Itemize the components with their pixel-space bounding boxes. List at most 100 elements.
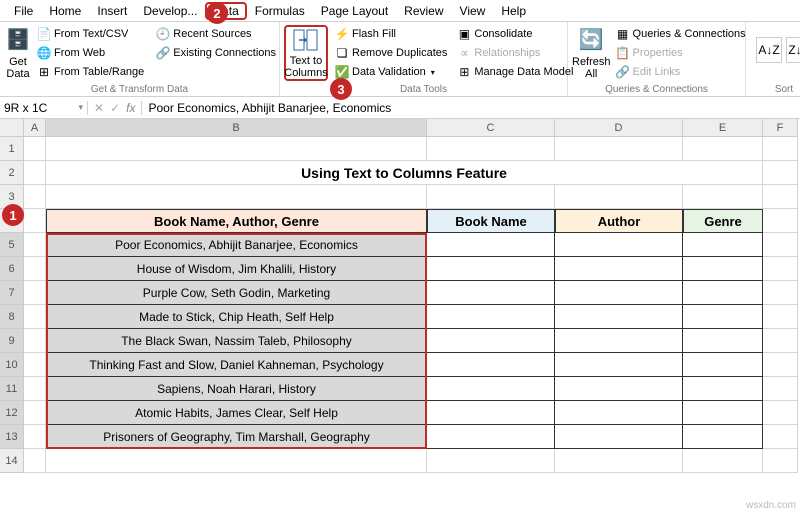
- table-header-b[interactable]: Book Name, Author, Genre: [46, 209, 427, 233]
- cell[interactable]: [427, 329, 555, 353]
- cell[interactable]: [763, 353, 798, 377]
- menu-home[interactable]: Home: [41, 2, 89, 20]
- cell[interactable]: [683, 257, 763, 281]
- row-header[interactable]: 14: [0, 449, 24, 473]
- menu-view[interactable]: View: [452, 2, 494, 20]
- col-header-b[interactable]: B: [46, 119, 427, 137]
- cell[interactable]: [683, 233, 763, 257]
- cell[interactable]: [24, 233, 46, 257]
- row-header[interactable]: 2: [0, 161, 24, 185]
- row-header[interactable]: 13: [0, 425, 24, 449]
- manage-data-model-button[interactable]: ⊞Manage Data Model: [454, 63, 576, 81]
- sort-az-button[interactable]: A↓Z: [756, 37, 782, 63]
- row-header[interactable]: 9: [0, 329, 24, 353]
- cell[interactable]: [763, 257, 798, 281]
- name-box[interactable]: 9R x 1C ▾: [0, 101, 88, 115]
- cell[interactable]: [683, 425, 763, 449]
- title-cell[interactable]: Using Text to Columns Feature: [46, 161, 763, 185]
- cell[interactable]: [683, 305, 763, 329]
- cell[interactable]: [763, 425, 798, 449]
- remove-duplicates-button[interactable]: ❏Remove Duplicates: [332, 44, 450, 62]
- data-cell[interactable]: The Black Swan, Nassim Taleb, Philosophy: [46, 329, 427, 353]
- cell[interactable]: [683, 377, 763, 401]
- menu-help[interactable]: Help: [493, 2, 534, 20]
- cell[interactable]: [24, 161, 46, 185]
- col-header-d[interactable]: D: [555, 119, 683, 137]
- cell[interactable]: [683, 329, 763, 353]
- cell[interactable]: [555, 425, 683, 449]
- col-header-c[interactable]: C: [427, 119, 555, 137]
- formula-bar[interactable]: Poor Economics, Abhijit Banarjee, Econom…: [142, 101, 800, 115]
- table-header-d[interactable]: Author: [555, 209, 683, 233]
- cell[interactable]: [24, 425, 46, 449]
- cell[interactable]: [427, 425, 555, 449]
- relationships-button[interactable]: ∝Relationships: [454, 44, 576, 62]
- menu-file[interactable]: File: [6, 2, 41, 20]
- data-cell[interactable]: Atomic Habits, James Clear, Self Help: [46, 401, 427, 425]
- text-to-columns-button[interactable]: Text to Columns: [284, 25, 328, 81]
- cell[interactable]: [555, 329, 683, 353]
- cell[interactable]: [763, 281, 798, 305]
- cell[interactable]: [427, 281, 555, 305]
- data-validation-button[interactable]: ✅Data Validation▾: [332, 63, 450, 81]
- select-all-corner[interactable]: [0, 119, 24, 137]
- chevron-down-icon[interactable]: ▾: [78, 102, 83, 113]
- menu-developer[interactable]: Develop...: [135, 2, 205, 20]
- cell[interactable]: [763, 329, 798, 353]
- row-header[interactable]: 10: [0, 353, 24, 377]
- cell[interactable]: [763, 377, 798, 401]
- cell[interactable]: [24, 257, 46, 281]
- row-header[interactable]: 5: [0, 233, 24, 257]
- cell[interactable]: [683, 137, 763, 161]
- cell[interactable]: [555, 257, 683, 281]
- cell[interactable]: [24, 329, 46, 353]
- cell[interactable]: [24, 305, 46, 329]
- cell[interactable]: [555, 305, 683, 329]
- cell[interactable]: [555, 377, 683, 401]
- menu-formulas[interactable]: Formulas: [247, 2, 313, 20]
- cell[interactable]: [555, 137, 683, 161]
- cell[interactable]: [555, 401, 683, 425]
- queries-connections-button[interactable]: ▦Queries & Connections: [613, 25, 749, 43]
- row-header[interactable]: 11: [0, 377, 24, 401]
- cell[interactable]: [427, 185, 555, 209]
- row-header[interactable]: 6: [0, 257, 24, 281]
- col-header-f[interactable]: F: [763, 119, 798, 137]
- data-cell[interactable]: Poor Economics, Abhijit Banarjee, Econom…: [46, 233, 427, 257]
- existing-connections-button[interactable]: 🔗Existing Connections: [153, 44, 279, 62]
- cell[interactable]: [46, 449, 427, 473]
- cell[interactable]: [24, 353, 46, 377]
- cell[interactable]: [763, 185, 798, 209]
- cell[interactable]: [427, 377, 555, 401]
- data-cell[interactable]: Prisoners of Geography, Tim Marshall, Ge…: [46, 425, 427, 449]
- row-header[interactable]: 8: [0, 305, 24, 329]
- row-header[interactable]: 1: [0, 137, 24, 161]
- properties-button[interactable]: 📋Properties: [613, 44, 749, 62]
- data-cell[interactable]: Sapiens, Noah Harari, History: [46, 377, 427, 401]
- from-text-csv-button[interactable]: 📄From Text/CSV: [34, 25, 147, 43]
- cell[interactable]: [763, 161, 798, 185]
- cell[interactable]: [24, 281, 46, 305]
- cell[interactable]: [555, 233, 683, 257]
- sort-za-button[interactable]: Z↓A: [786, 37, 800, 63]
- cell[interactable]: [555, 353, 683, 377]
- cell[interactable]: [427, 137, 555, 161]
- cell[interactable]: [46, 185, 427, 209]
- data-cell[interactable]: Purple Cow, Seth Godin, Marketing: [46, 281, 427, 305]
- cell[interactable]: [683, 185, 763, 209]
- cell[interactable]: [427, 233, 555, 257]
- cell[interactable]: [555, 449, 683, 473]
- cell[interactable]: [24, 377, 46, 401]
- cell[interactable]: [24, 449, 46, 473]
- cell[interactable]: [763, 137, 798, 161]
- from-web-button[interactable]: 🌐From Web: [34, 44, 147, 62]
- cell[interactable]: [763, 233, 798, 257]
- cell[interactable]: [427, 257, 555, 281]
- row-header[interactable]: 12: [0, 401, 24, 425]
- cell[interactable]: [683, 401, 763, 425]
- cell[interactable]: [427, 353, 555, 377]
- cell[interactable]: [427, 449, 555, 473]
- cell[interactable]: [24, 137, 46, 161]
- row-header[interactable]: 7: [0, 281, 24, 305]
- from-table-range-button[interactable]: ⊞From Table/Range: [34, 63, 147, 81]
